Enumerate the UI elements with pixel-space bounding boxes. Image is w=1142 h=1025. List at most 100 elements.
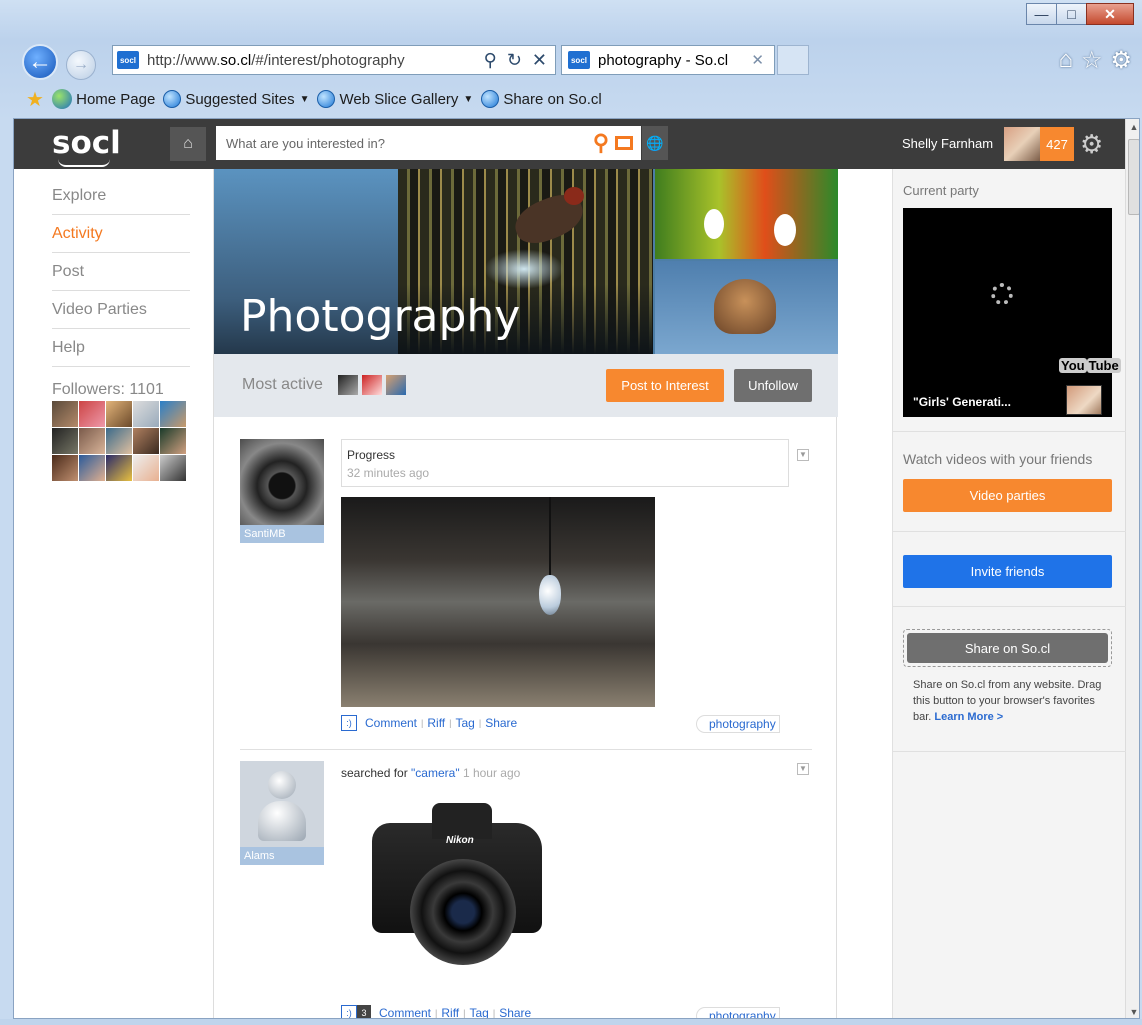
youtube-logo: You Tube [1059, 358, 1121, 373]
follower-avatar[interactable] [79, 455, 105, 481]
forward-button[interactable]: → [66, 50, 96, 80]
search-input[interactable] [226, 135, 566, 151]
tag-link[interactable]: Tag [470, 1006, 489, 1018]
parrot-face-shape [774, 214, 796, 246]
search-icon[interactable]: ⚲ [593, 130, 609, 156]
post-tag[interactable]: photography [696, 715, 780, 733]
post-photo-lightbulb[interactable] [341, 497, 655, 707]
socl-logo[interactable]: socl [52, 125, 121, 161]
follower-avatar[interactable] [133, 428, 159, 454]
follower-avatar[interactable] [106, 401, 132, 427]
fav-home-page[interactable]: Home Page [51, 89, 155, 109]
smile-icon[interactable]: :) [341, 1005, 357, 1018]
fav-share-on-socl[interactable]: Share on So.cl [481, 90, 602, 108]
nav-activity[interactable]: Activity [52, 215, 190, 253]
nav-video-parties[interactable]: Video Parties [52, 291, 190, 329]
scroll-thumb[interactable] [1128, 139, 1139, 215]
follower-avatar[interactable] [160, 401, 186, 427]
nav-help[interactable]: Help [52, 329, 190, 367]
fav-suggested-sites[interactable]: Suggested Sites ▼ [163, 90, 309, 108]
address-bar[interactable]: socl http://www.so.cl/#/interest/photogr… [112, 45, 556, 75]
scroll-down-arrow-icon[interactable]: ▼ [1126, 1004, 1139, 1018]
most-active-avatar[interactable] [386, 375, 406, 395]
close-button[interactable]: ✕ [1086, 3, 1134, 25]
left-nav: Explore Activity Post Video Parties Help… [14, 169, 213, 1018]
post-actions: :) Comment | Riff | Tag | Share [341, 715, 517, 731]
follower-avatar[interactable] [133, 455, 159, 481]
share-link[interactable]: Share [499, 1006, 531, 1018]
scroll-up-arrow-icon[interactable]: ▲ [1126, 119, 1139, 135]
notification-count-badge[interactable]: 427 [1040, 127, 1074, 161]
favorites-star-icon[interactable]: ☆ [1081, 46, 1103, 75]
video-parties-button[interactable]: Video parties [903, 479, 1112, 512]
person-body-shape [258, 801, 306, 841]
right-divider [893, 606, 1126, 607]
follower-avatar[interactable] [79, 401, 105, 427]
home-button[interactable]: ⌂ [170, 127, 206, 161]
chat-icon[interactable] [615, 136, 633, 150]
followers-count[interactable]: Followers: 1101 [52, 381, 164, 399]
riff-link[interactable]: Riff [441, 1006, 459, 1018]
follower-avatar[interactable] [79, 428, 105, 454]
stop-icon[interactable]: ✕ [532, 50, 547, 71]
post-author-name[interactable]: Alams [240, 847, 324, 865]
post-tag[interactable]: photography [696, 1007, 780, 1018]
page-scrollbar[interactable]: ▲ ▼ [1125, 119, 1139, 1018]
most-active-avatar[interactable] [362, 375, 382, 395]
comment-link[interactable]: Comment [379, 1006, 431, 1018]
video-host-avatar[interactable] [1066, 385, 1102, 415]
riff-link[interactable]: Riff [427, 716, 445, 730]
window-controls: — □ ✕ [1026, 3, 1134, 25]
right-column: Current party You Tube "Girls' Generati..… [892, 169, 1126, 1018]
user-avatar[interactable] [1004, 127, 1040, 161]
share-button-wrapper: Share on So.cl [903, 629, 1112, 667]
tab-close-icon[interactable]: ✕ [751, 51, 764, 69]
camera-lens-shape [410, 859, 516, 965]
most-active-avatar[interactable] [338, 375, 358, 395]
post-to-interest-button[interactable]: Post to Interest [606, 369, 724, 402]
refresh-icon[interactable]: ↻ [507, 50, 522, 71]
post-title[interactable]: Progress [347, 448, 395, 462]
follower-avatar[interactable] [52, 455, 78, 481]
follower-avatar[interactable] [160, 455, 186, 481]
post-author-name[interactable]: SantiMB [240, 525, 324, 543]
home-icon[interactable]: ⌂ [1058, 46, 1073, 75]
nav-post[interactable]: Post [52, 253, 190, 291]
search-query-link[interactable]: "camera" [411, 766, 460, 780]
follower-avatar[interactable] [133, 401, 159, 427]
post-photo-camera[interactable]: Nikon [362, 793, 552, 993]
video-title[interactable]: "Girls' Generati... [913, 395, 1011, 409]
browser-tab-active[interactable]: socl photography - So.cl ✕ [561, 45, 775, 75]
invite-friends-button[interactable]: Invite friends [903, 555, 1112, 588]
maximize-button[interactable]: □ [1056, 3, 1087, 25]
follower-avatar[interactable] [106, 428, 132, 454]
unfollow-button[interactable]: Unfollow [734, 369, 812, 402]
globe-icon[interactable]: 🌐 [642, 126, 668, 160]
fav-web-slice-gallery[interactable]: Web Slice Gallery ▼ [317, 90, 473, 108]
smile-icon[interactable]: :) [341, 715, 357, 731]
cat-shape [714, 279, 776, 334]
share-link[interactable]: Share [485, 716, 517, 730]
nav-explore[interactable]: Explore [52, 177, 190, 215]
follower-avatar[interactable] [106, 455, 132, 481]
post-menu-chevron-icon[interactable]: ▼ [797, 449, 809, 461]
post-menu-chevron-icon[interactable]: ▼ [797, 763, 809, 775]
follower-avatar[interactable] [52, 401, 78, 427]
user-name[interactable]: Shelly Farnham [902, 136, 993, 151]
post-time: 32 minutes ago [347, 466, 430, 480]
follower-avatar[interactable] [52, 428, 78, 454]
gear-icon[interactable]: ⚙ [1080, 129, 1103, 160]
banner-image-parrots [655, 169, 838, 259]
share-on-socl-button[interactable]: Share on So.cl [907, 633, 1108, 663]
settings-gear-icon[interactable]: ⚙ [1110, 46, 1132, 75]
follower-avatar[interactable] [160, 428, 186, 454]
learn-more-link[interactable]: Learn More > [934, 711, 1003, 723]
add-favorite-star-icon[interactable]: ★ [26, 87, 44, 112]
new-tab-button[interactable] [777, 45, 809, 75]
video-player[interactable]: You Tube "Girls' Generati... [903, 208, 1121, 417]
minimize-button[interactable]: — [1026, 3, 1057, 25]
search-icon[interactable]: ⚲ [484, 50, 497, 71]
back-button[interactable]: ← [22, 44, 58, 80]
comment-link[interactable]: Comment [365, 716, 417, 730]
tag-link[interactable]: Tag [456, 716, 475, 730]
